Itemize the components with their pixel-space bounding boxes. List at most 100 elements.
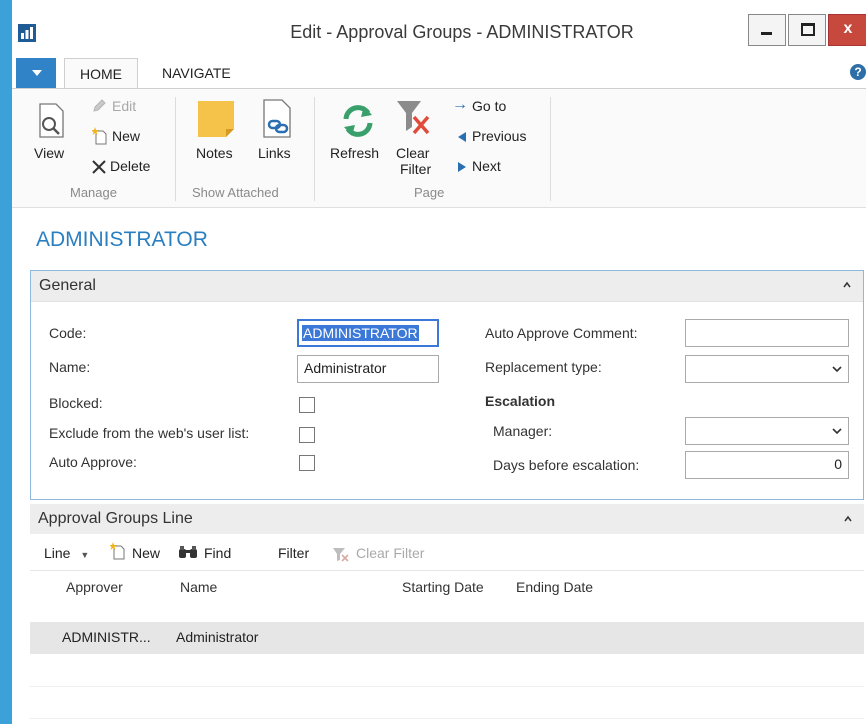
approver-cell[interactable]: ADMINISTR... — [62, 629, 151, 645]
column-header-starting-date[interactable]: Starting Date — [402, 579, 484, 595]
link-document-icon — [263, 99, 291, 138]
triangle-right-icon — [458, 162, 466, 172]
help-icon[interactable]: ? — [850, 64, 866, 80]
application-menu-button[interactable] — [16, 58, 56, 88]
sticky-note-icon — [198, 101, 234, 137]
code-input[interactable]: ADMINISTRATOR — [297, 319, 439, 347]
replacement-type-label: Replacement type: — [485, 359, 602, 375]
empty-row[interactable] — [30, 686, 864, 719]
chevron-down-icon — [832, 366, 842, 373]
table-row[interactable]: ADMINISTR... Administrator — [30, 622, 864, 654]
clear-filter-button[interactable]: Clear Filter — [394, 95, 438, 181]
view-icon — [39, 103, 64, 138]
new-document-icon — [110, 542, 125, 560]
ribbon-separator — [550, 97, 551, 201]
window-left-edge — [0, 0, 12, 724]
new-document-icon — [92, 127, 107, 145]
view-button[interactable]: View — [34, 101, 70, 171]
triangle-left-icon — [458, 132, 466, 142]
go-to-button[interactable]: → Go to — [452, 96, 542, 117]
maximize-button[interactable] — [788, 14, 826, 46]
auto-approve-label: Auto Approve: — [49, 454, 137, 470]
arrow-right-icon: → — [452, 96, 468, 113]
window-title: Edit - Approval Groups - ADMINISTRATOR — [290, 22, 634, 42]
go-to-label: Go to — [472, 98, 507, 114]
general-header-label: General — [39, 277, 96, 294]
edit-button: Edit — [92, 97, 152, 117]
ribbon-tab-bar: HOME NAVIGATE ? — [12, 54, 866, 90]
refresh-label: Refresh — [330, 145, 380, 161]
close-icon: x — [843, 20, 853, 37]
close-button[interactable]: x — [828, 14, 866, 46]
previous-button[interactable]: Previous — [452, 127, 552, 147]
page-title: ADMINISTRATOR — [36, 228, 208, 251]
menu-dropdown-icon — [32, 70, 42, 76]
edit-label: Edit — [112, 98, 137, 114]
line-new-label: New — [132, 545, 161, 561]
title-bar: Edit - Approval Groups - ADMINISTRATOR x — [12, 14, 866, 54]
refresh-button[interactable]: Refresh — [330, 103, 388, 173]
maximize-icon — [801, 23, 815, 36]
notes-button[interactable]: Notes — [194, 99, 240, 173]
delete-label: Delete — [110, 158, 151, 174]
manager-select[interactable] — [685, 417, 849, 445]
auto-approve-comment-input[interactable] — [685, 319, 849, 347]
minimize-button[interactable] — [748, 14, 786, 46]
blocked-label: Blocked: — [49, 395, 103, 411]
line-new-button[interactable]: New — [110, 542, 161, 561]
line-clear-filter-label: Clear Filter — [356, 545, 425, 561]
days-before-escalation-label: Days before escalation: — [493, 457, 640, 473]
approval-groups-line-header[interactable]: Approval Groups Line — [30, 504, 864, 534]
pencil-icon — [93, 99, 106, 112]
auto-approve-comment-label: Auto Approve Comment: — [485, 325, 638, 341]
view-label: View — [34, 145, 65, 161]
days-before-escalation-input[interactable]: 0 — [685, 451, 849, 479]
tab-home[interactable]: HOME — [64, 58, 138, 90]
replacement-type-select[interactable] — [685, 355, 849, 383]
column-header-name[interactable]: Name — [180, 579, 217, 595]
minimize-icon — [761, 32, 772, 35]
line-menu-button[interactable]: Line ▼ — [44, 545, 89, 561]
general-header[interactable]: General — [31, 271, 863, 302]
chevron-up-icon[interactable] — [843, 281, 851, 289]
approval-groups-line-label: Approval Groups Line — [38, 510, 193, 527]
ribbon-separator — [314, 97, 315, 201]
app-icon — [18, 24, 36, 42]
find-button[interactable]: Find — [178, 545, 231, 561]
name-cell[interactable]: Administrator — [176, 629, 258, 645]
column-header-ending-date[interactable]: Ending Date — [516, 579, 593, 595]
lines-toolbar: Line ▼ New Find Filter Clear Filter — [30, 538, 864, 571]
line-menu-label: Line — [44, 545, 71, 561]
notes-label: Notes — [196, 145, 233, 161]
links-button[interactable]: Links — [256, 99, 298, 173]
links-label: Links — [258, 145, 291, 161]
exclude-label: Exclude from the web's user list: — [49, 425, 250, 441]
code-value: ADMINISTRATOR — [302, 325, 419, 341]
exclude-checkbox[interactable] — [299, 427, 315, 443]
ribbon: View Edit New Delete Manage Notes Links … — [12, 88, 866, 208]
chevron-up-icon[interactable] — [844, 515, 852, 523]
next-button[interactable]: Next — [452, 157, 532, 177]
blocked-checkbox[interactable] — [299, 397, 315, 413]
empty-row[interactable] — [30, 654, 864, 687]
page-group-label: Page — [414, 185, 445, 200]
caret-down-icon: ▼ — [80, 550, 90, 560]
general-fasttab: General Code: ADMINISTRATOR Name: Admini… — [30, 270, 864, 500]
tab-navigate[interactable]: NAVIGATE — [162, 58, 231, 88]
manager-label: Manager: — [493, 423, 553, 439]
clear-filter-label-line2: Filter — [400, 161, 432, 177]
escalation-heading: Escalation — [485, 393, 556, 409]
auto-approve-checkbox[interactable] — [299, 455, 315, 471]
chevron-down-icon — [832, 428, 842, 435]
new-button[interactable]: New — [92, 127, 162, 147]
filter-button[interactable]: Filter — [278, 545, 309, 561]
new-label: New — [112, 128, 141, 144]
delete-x-icon — [92, 160, 106, 174]
clear-filter-label-line1: Clear — [396, 145, 430, 161]
previous-label: Previous — [472, 128, 527, 144]
name-input[interactable]: Administrator — [297, 355, 439, 383]
delete-button[interactable]: Delete — [92, 157, 172, 177]
column-header-approver[interactable]: Approver — [66, 579, 123, 595]
clear-filter-icon — [397, 101, 430, 135]
line-clear-filter-button: Clear Filter — [332, 545, 425, 562]
